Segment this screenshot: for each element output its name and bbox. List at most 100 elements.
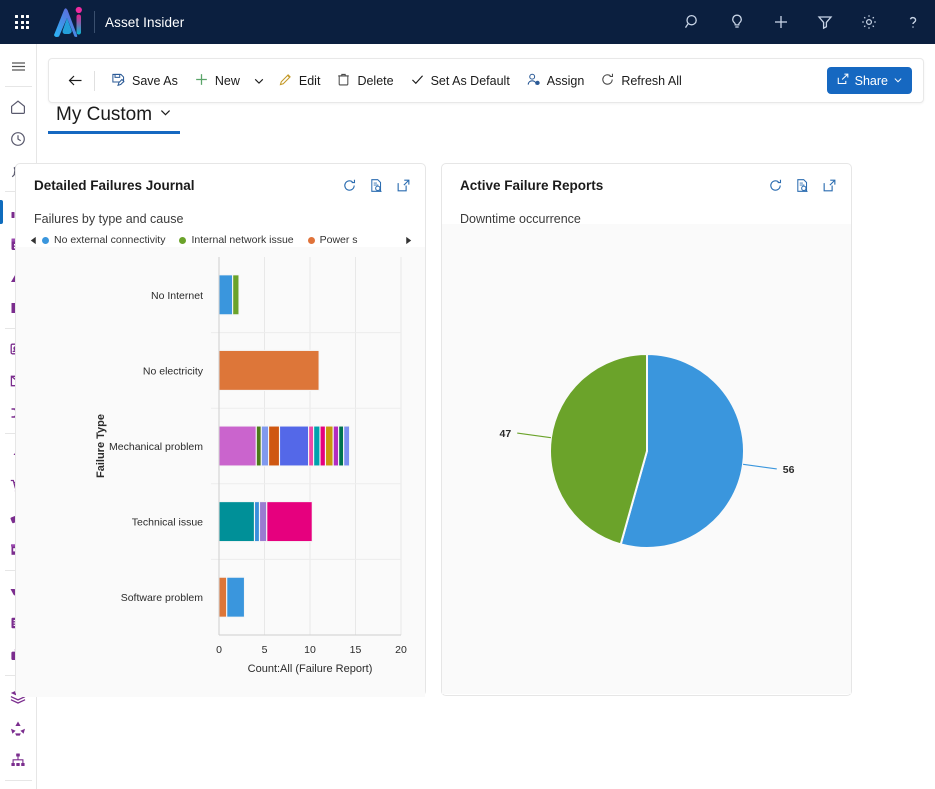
view-selector[interactable]: My Custom bbox=[48, 102, 181, 134]
bar-segment[interactable] bbox=[218, 576, 228, 618]
save-as-button[interactable]: Save As bbox=[103, 66, 186, 96]
active-failure-reports-card: Active Failure Reports Downtime occurren… bbox=[441, 163, 852, 696]
bar-segment[interactable] bbox=[278, 425, 310, 467]
bar-segment[interactable] bbox=[308, 425, 315, 467]
lightbulb-icon[interactable] bbox=[715, 0, 759, 44]
x-axis-tick-label: 15 bbox=[350, 644, 362, 656]
gear-icon[interactable] bbox=[847, 0, 891, 44]
legend-color-dot bbox=[42, 236, 49, 244]
sidebar-item-recent[interactable] bbox=[0, 123, 36, 155]
assign-label: Assign bbox=[546, 73, 585, 88]
bar-segment[interactable] bbox=[260, 425, 270, 467]
assign-button[interactable]: Assign bbox=[518, 66, 593, 96]
app-launcher-icon[interactable] bbox=[0, 0, 44, 44]
back-arrow-icon[interactable] bbox=[60, 66, 90, 96]
bar-category-label: Mechanical problem bbox=[109, 441, 203, 453]
view-records-icon[interactable] bbox=[795, 178, 810, 193]
card-title: Active Failure Reports bbox=[460, 177, 604, 193]
bar-segment[interactable] bbox=[253, 501, 261, 543]
bar-segment[interactable] bbox=[218, 425, 257, 467]
bar-segment[interactable] bbox=[324, 425, 334, 467]
legend-prev-arrow[interactable] bbox=[24, 236, 42, 245]
share-label: Share bbox=[854, 73, 888, 88]
refresh-all-button[interactable]: Refresh All bbox=[592, 66, 689, 96]
bar-segment[interactable] bbox=[266, 501, 313, 543]
bar-segment[interactable] bbox=[218, 274, 234, 316]
bar-segment[interactable] bbox=[255, 425, 262, 467]
refresh-icon[interactable] bbox=[342, 178, 357, 193]
dashboard-cards: Detailed Failures Journal Failures by ty… bbox=[15, 163, 852, 697]
delete-label: Delete bbox=[357, 73, 394, 88]
legend-color-dot bbox=[307, 236, 315, 244]
bar-segment[interactable] bbox=[338, 425, 345, 467]
view-records-icon[interactable] bbox=[369, 178, 384, 193]
card-subtitle: Downtime occurrence bbox=[460, 212, 581, 226]
expand-icon[interactable] bbox=[396, 178, 411, 193]
command-bar-divider bbox=[94, 70, 95, 91]
sidebar-divider bbox=[4, 86, 32, 87]
header-divider bbox=[94, 11, 95, 33]
bar-segment[interactable] bbox=[343, 425, 351, 467]
card-header: Active Failure Reports bbox=[442, 164, 851, 206]
legend-item[interactable]: No external connectivity bbox=[42, 234, 165, 246]
card-subtitle: Failures by type and cause bbox=[34, 212, 184, 226]
filter-icon[interactable] bbox=[803, 0, 847, 44]
refresh-all-label: Refresh All bbox=[621, 73, 682, 88]
card-header: Detailed Failures Journal bbox=[16, 164, 425, 206]
pie-chart-wrap: 56 47 bbox=[442, 224, 851, 694]
bar-segment[interactable] bbox=[319, 425, 327, 467]
person-add-icon bbox=[526, 72, 541, 90]
asset-insider-logo[interactable] bbox=[48, 5, 88, 39]
legend-item[interactable]: Power s bbox=[307, 234, 358, 246]
pie-data-label: 47 bbox=[500, 428, 512, 440]
bar-segment[interactable] bbox=[226, 576, 246, 618]
card-header-icons bbox=[768, 178, 837, 193]
trash-icon bbox=[336, 72, 351, 90]
site-map-hamburger-icon[interactable] bbox=[0, 50, 36, 82]
edit-button[interactable]: Edit bbox=[270, 66, 329, 96]
app-root: Asset Insider Save As New Edit Delete Se… bbox=[0, 0, 935, 789]
save-as-label: Save As bbox=[132, 73, 178, 88]
bar-segment[interactable] bbox=[232, 274, 240, 316]
sidebar-item-global[interactable] bbox=[0, 785, 36, 789]
bar-category-label: No Internet bbox=[151, 290, 203, 302]
sidebar-item-structure[interactable] bbox=[0, 744, 36, 776]
expand-icon[interactable] bbox=[822, 178, 837, 193]
share-icon bbox=[836, 72, 850, 89]
plus-icon[interactable] bbox=[759, 0, 803, 44]
bar-segment[interactable] bbox=[218, 501, 256, 543]
refresh-icon[interactable] bbox=[768, 178, 783, 193]
sidebar-item-home[interactable] bbox=[0, 91, 36, 123]
set-as-default-label: Set As Default bbox=[430, 73, 510, 88]
save-as-icon bbox=[111, 72, 126, 90]
x-axis-title: Count:All (Failure Report) bbox=[248, 663, 373, 675]
bar-segment[interactable] bbox=[332, 425, 340, 467]
share-button[interactable]: Share bbox=[826, 67, 912, 94]
card-title: Detailed Failures Journal bbox=[34, 177, 195, 193]
header-actions bbox=[671, 0, 935, 44]
sidebar-item-lifecycle[interactable] bbox=[0, 712, 36, 744]
help-icon[interactable] bbox=[891, 0, 935, 44]
new-button[interactable]: New bbox=[186, 66, 248, 96]
legend-label: Power s bbox=[319, 234, 358, 246]
pie-data-label: 56 bbox=[783, 464, 795, 476]
legend-item[interactable]: Internal network issue bbox=[179, 234, 294, 246]
y-axis-title: Failure Type bbox=[95, 414, 107, 478]
delete-button[interactable]: Delete bbox=[328, 66, 401, 96]
bar-segment[interactable] bbox=[218, 349, 320, 391]
command-bar: Save As New Edit Delete Set As Default A… bbox=[48, 58, 924, 103]
bar-category-label: Technical issue bbox=[132, 517, 203, 529]
bar-category-label: Software problem bbox=[121, 592, 204, 604]
bar-category-label: No electricity bbox=[143, 365, 204, 377]
bar-chart-plot: No Internet No electricity Mechanical prob… bbox=[16, 247, 425, 697]
x-axis-tick-label: 10 bbox=[304, 644, 316, 656]
legend-next-arrow[interactable] bbox=[399, 236, 417, 245]
bar-segment[interactable] bbox=[258, 501, 268, 543]
search-icon[interactable] bbox=[671, 0, 715, 44]
bar-segment[interactable] bbox=[268, 425, 281, 467]
set-as-default-button[interactable]: Set As Default bbox=[402, 66, 518, 96]
bar-segment[interactable] bbox=[313, 425, 321, 467]
new-dropdown-chevron-down-icon[interactable] bbox=[248, 66, 270, 96]
plus-icon bbox=[194, 72, 209, 90]
legend-color-dot bbox=[179, 236, 187, 244]
